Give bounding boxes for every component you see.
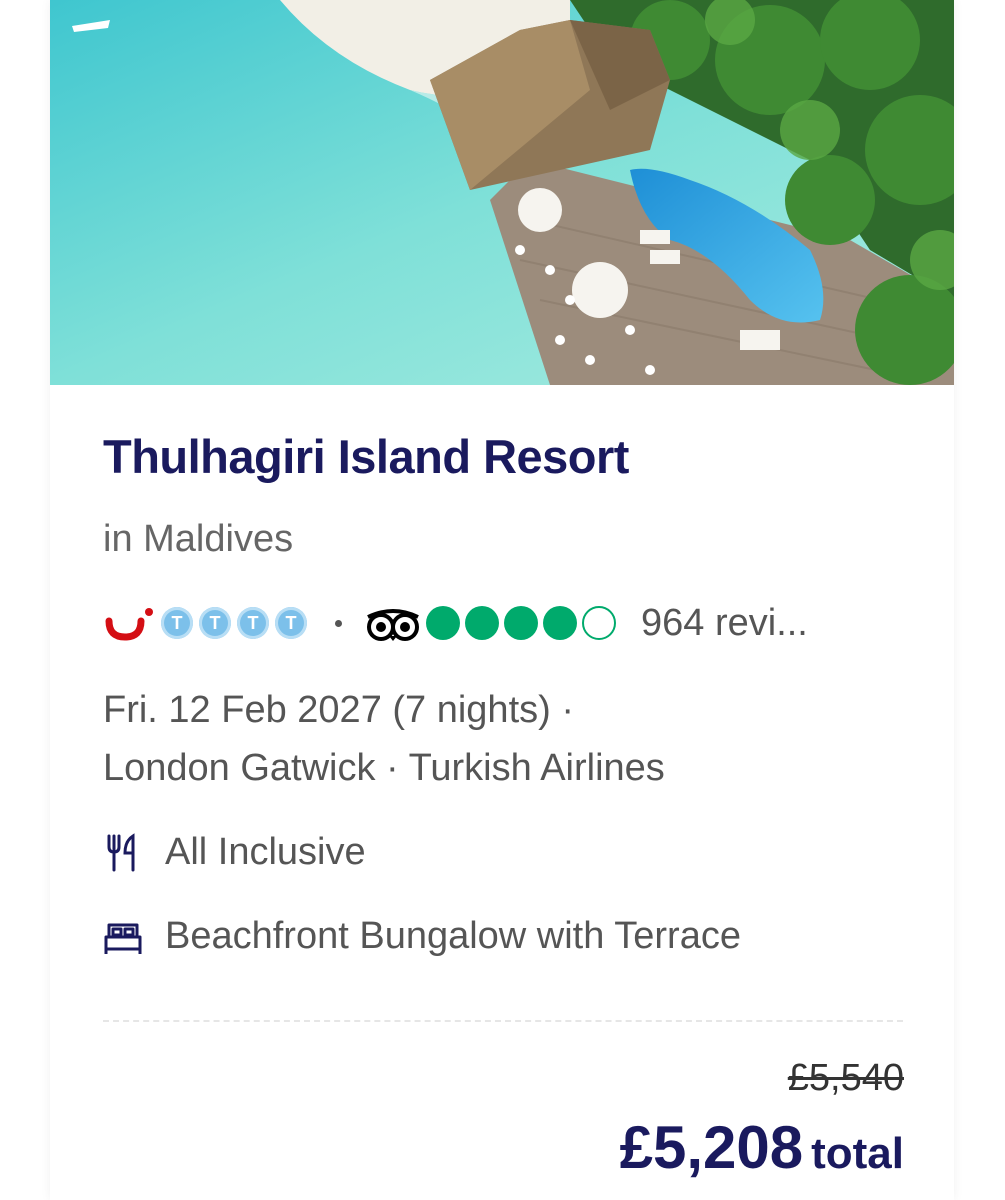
original-price: £5,540 xyxy=(787,1057,904,1099)
tripadvisor-bubble-filled xyxy=(426,606,460,640)
ratings-row: T T T T 964 revi... xyxy=(103,599,923,647)
tripadvisor-bubble-filled xyxy=(465,606,499,640)
tui-rating-dot: T xyxy=(199,607,231,639)
tripadvisor-owl-icon xyxy=(367,609,419,641)
trip-route: London Gatwick · Turkish Airlines xyxy=(103,747,665,789)
review-count[interactable]: 964 revi... xyxy=(641,602,808,645)
tui-rating-dot: T xyxy=(161,607,193,639)
total-suffix: total xyxy=(811,1129,904,1178)
tripadvisor-bubble-filled xyxy=(504,606,538,640)
room-type: Beachfront Bungalow with Terrace xyxy=(103,915,741,958)
tui-rating-dot: T xyxy=(237,607,269,639)
tui-rating-dot: T xyxy=(275,607,307,639)
total-amount: £5,208 xyxy=(619,1114,804,1181)
trip-details: Fri. 12 Feb 2027 (7 nights) · London Gat… xyxy=(103,681,665,797)
price-divider xyxy=(103,1020,903,1022)
trip-date: Fri. 12 Feb 2027 (7 nights) · xyxy=(103,689,574,731)
room-label: Beachfront Bungalow with Terrace xyxy=(165,915,741,957)
tui-logo-icon xyxy=(105,608,153,641)
tripadvisor-bubble-empty xyxy=(582,606,616,640)
bed-icon xyxy=(104,923,142,954)
board-basis: All Inclusive xyxy=(103,831,366,874)
cutlery-icon xyxy=(107,832,135,871)
hotel-card[interactable]: Thulhagiri Island Resort in Maldives T T… xyxy=(50,0,954,1200)
board-label: All Inclusive xyxy=(165,831,366,873)
total-price: £5,208 total xyxy=(620,1113,904,1182)
page: Thulhagiri Island Resort in Maldives T T… xyxy=(0,0,1005,1200)
hotel-photo[interactable] xyxy=(50,0,954,385)
separator-dot xyxy=(335,619,342,627)
hotel-location: in Maldives xyxy=(103,518,294,560)
hotel-name[interactable]: Thulhagiri Island Resort xyxy=(103,429,629,484)
tripadvisor-bubble-filled xyxy=(543,606,577,640)
